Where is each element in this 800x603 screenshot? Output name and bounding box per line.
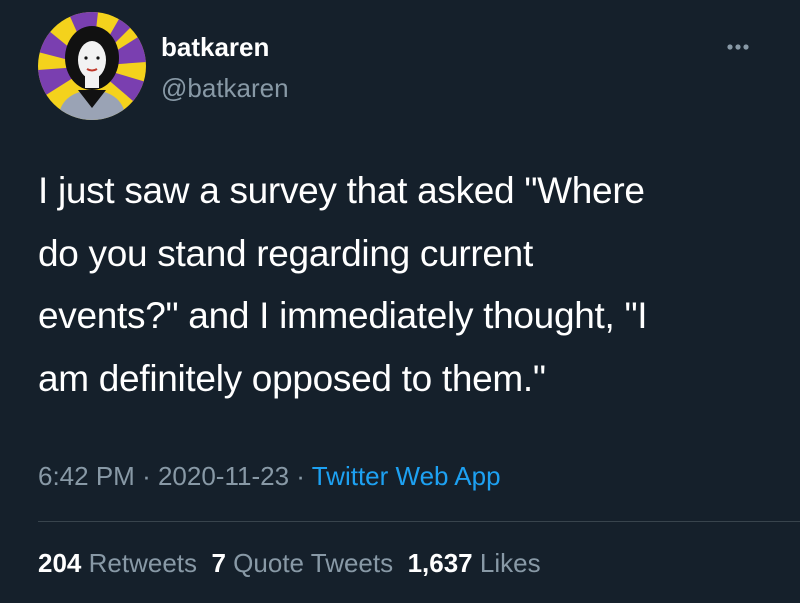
quote-tweets-label: Quote Tweets xyxy=(233,548,394,578)
tweet-metadata: 6:42 PM · 2020-11-23 · Twitter Web App xyxy=(38,459,501,493)
tweet-card: batkaren @batkaren I just saw a survey t… xyxy=(0,0,800,603)
likes-count: 1,637 xyxy=(407,548,473,578)
retweets-count: 204 xyxy=(38,548,82,578)
retweets-label: Retweets xyxy=(88,548,198,578)
divider xyxy=(38,521,800,522)
quote-tweets-count: 7 xyxy=(211,548,226,578)
quote-tweets-stat[interactable]: 7 Quote Tweets xyxy=(211,548,393,578)
likes-stat[interactable]: 1,637 Likes xyxy=(408,548,541,578)
meta-separator: · xyxy=(296,461,305,491)
avatar-illustration xyxy=(38,12,146,120)
tweet-time: 6:42 PM xyxy=(38,461,135,491)
tweet-stats: 204 Retweets 7 Quote Tweets 1,637 Likes xyxy=(38,546,541,580)
user-display-name[interactable]: batkaren xyxy=(161,31,269,63)
retweets-stat[interactable]: 204 Retweets xyxy=(38,548,197,578)
tweet-text: I just saw a survey that asked "Where do… xyxy=(38,170,648,399)
meta-separator: · xyxy=(142,461,151,491)
more-options-dots xyxy=(727,44,749,50)
likes-label: Likes xyxy=(479,548,541,578)
user-avatar[interactable] xyxy=(38,12,146,120)
user-handle[interactable]: @batkaren xyxy=(161,72,289,104)
tweet-source-link[interactable]: Twitter Web App xyxy=(312,461,501,491)
tweet-date: 2020-11-23 xyxy=(157,461,290,491)
more-options-icon[interactable] xyxy=(724,37,764,57)
